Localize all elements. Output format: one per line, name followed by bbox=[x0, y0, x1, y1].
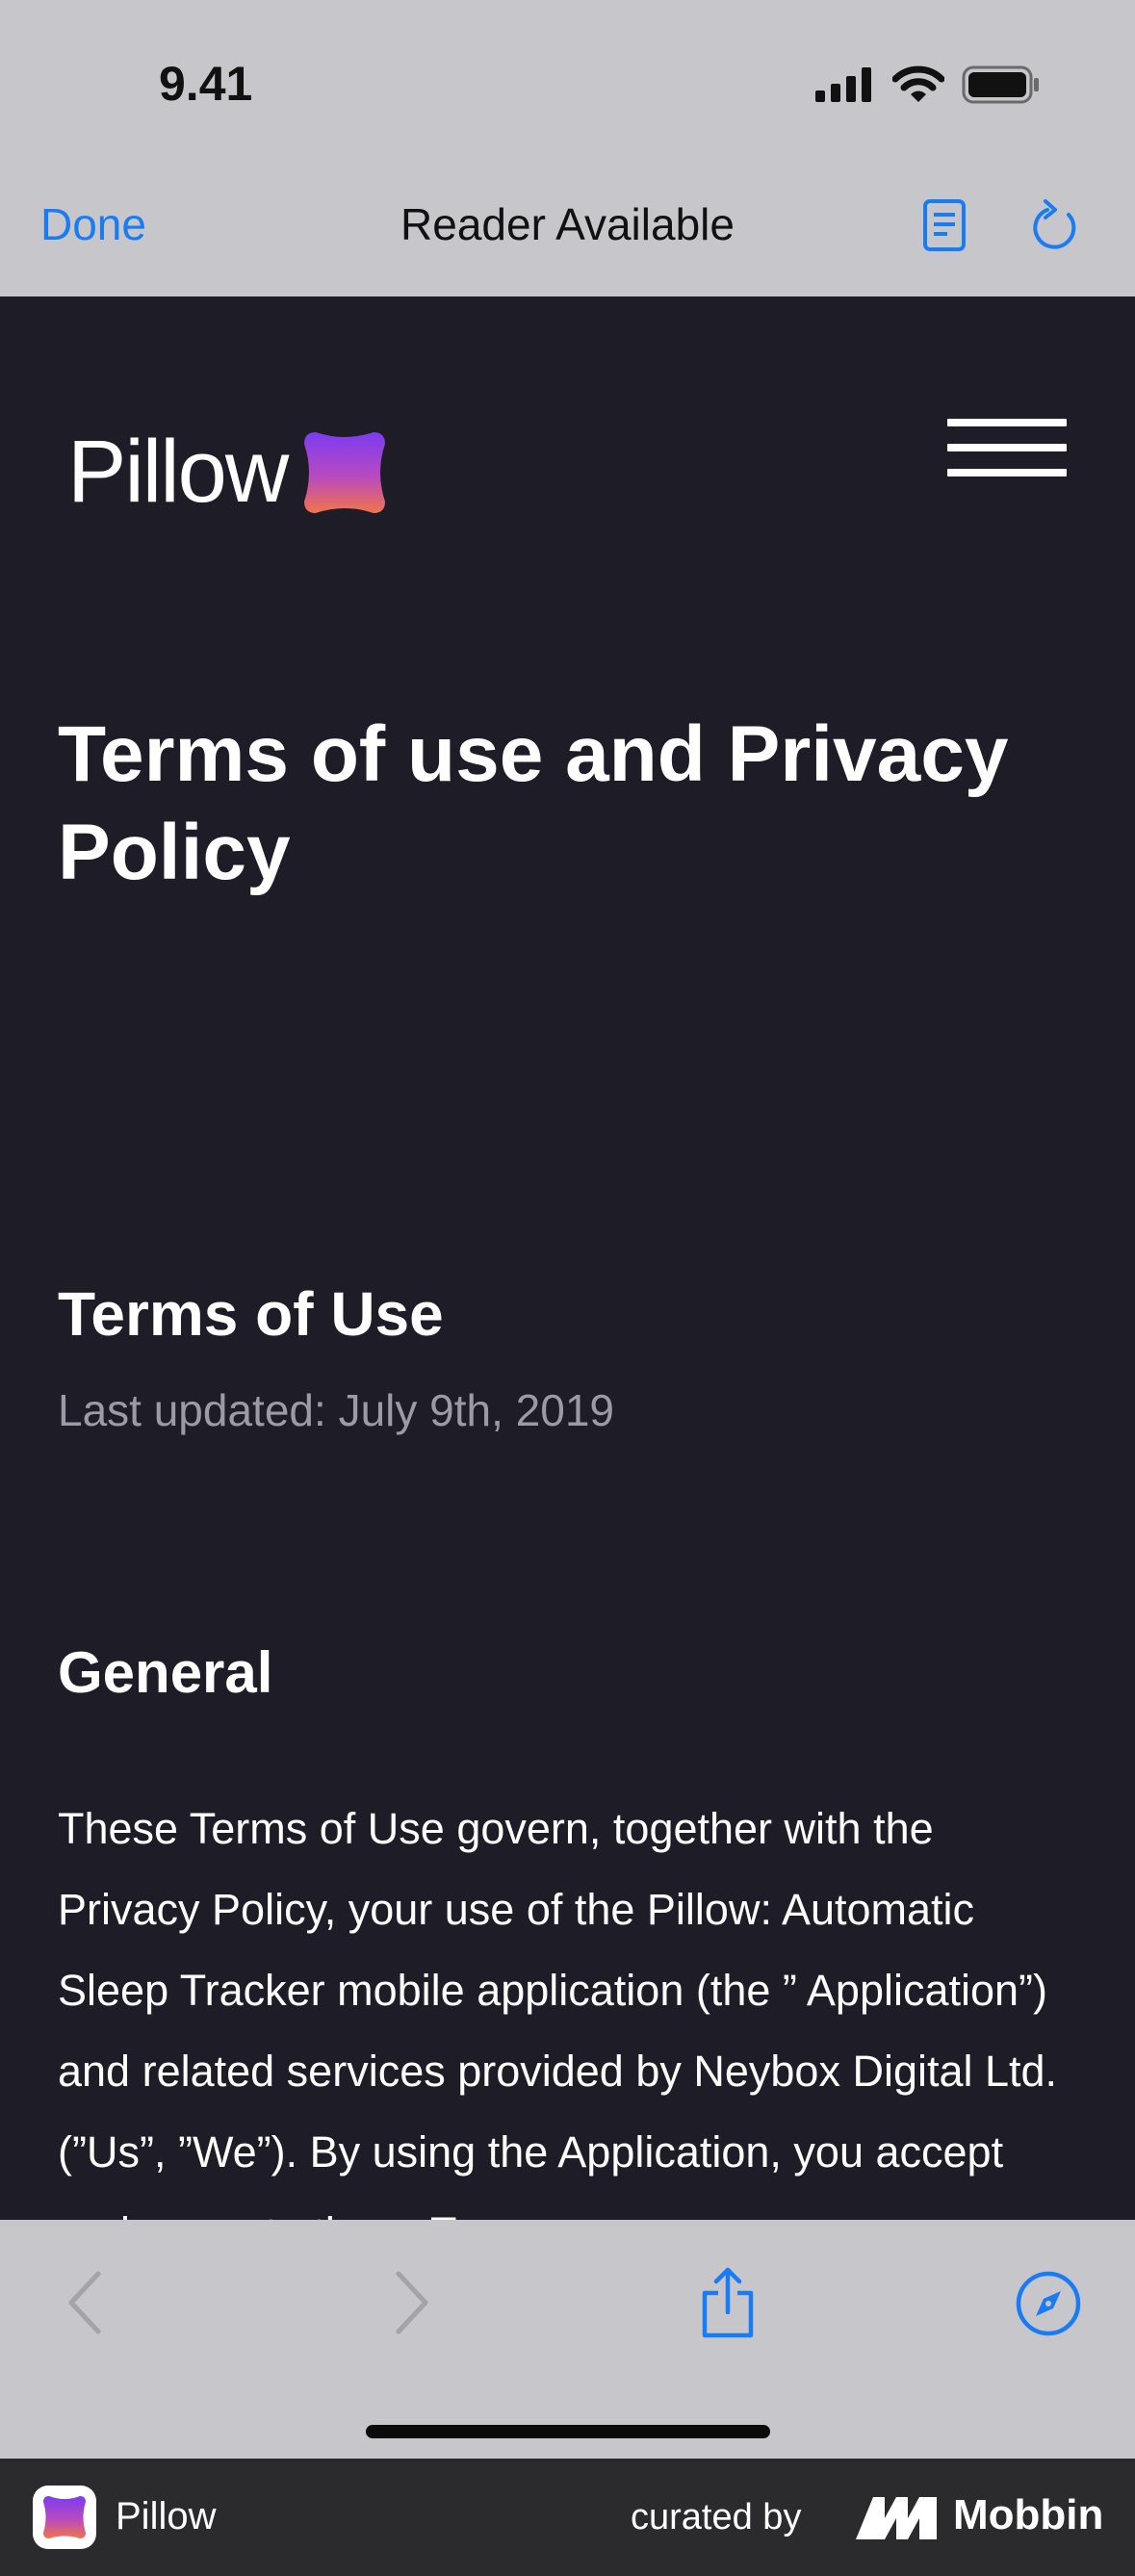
app-name: Pillow bbox=[116, 2495, 217, 2537]
status-time: 9.41 bbox=[159, 57, 253, 111]
home-indicator[interactable] bbox=[366, 2425, 770, 2438]
wifi-icon bbox=[892, 65, 944, 102]
body-paragraph: These Terms of Use govern, together with… bbox=[58, 1804, 1058, 2222]
app-icon bbox=[33, 2486, 96, 2549]
page-heading: Terms of use and Privacy Policy bbox=[58, 710, 1009, 896]
mobbin-footer: Pillow curated by Mobbin bbox=[0, 2459, 1135, 2576]
battery-icon bbox=[962, 65, 1039, 104]
compass-icon[interactable] bbox=[1015, 2270, 1082, 2342]
subsection-title: General bbox=[58, 1640, 273, 1705]
pillow-app-icon bbox=[43, 2496, 86, 2538]
reader-icon[interactable] bbox=[922, 198, 967, 257]
browser-toolbar bbox=[0, 2220, 1135, 2459]
chevron-right-icon[interactable] bbox=[387, 2264, 435, 2346]
chevron-left-icon[interactable] bbox=[62, 2264, 110, 2346]
pillow-logo-icon bbox=[304, 431, 386, 513]
mobbin-logo-icon bbox=[852, 2489, 941, 2548]
hamburger-menu-icon[interactable] bbox=[947, 419, 1067, 477]
web-content: Pillow Terms of use and Privacy Policy T… bbox=[0, 296, 1135, 2222]
share-icon[interactable] bbox=[699, 2264, 757, 2346]
mobbin-brand: Mobbin bbox=[953, 2491, 1104, 2538]
browser-top-bar: 9.41 Done Reader Available bbox=[0, 0, 1135, 296]
logo-text: Pillow bbox=[67, 423, 289, 521]
site-logo[interactable]: Pillow bbox=[67, 422, 387, 523]
reload-icon[interactable] bbox=[1030, 198, 1080, 257]
cellular-signal-icon bbox=[815, 67, 871, 102]
section-title: Terms of Use bbox=[58, 1279, 444, 1349]
last-updated: Last updated: July 9th, 2019 bbox=[58, 1385, 614, 1435]
curated-by-label: curated by bbox=[631, 2497, 802, 2537]
status-icons bbox=[815, 64, 1041, 106]
